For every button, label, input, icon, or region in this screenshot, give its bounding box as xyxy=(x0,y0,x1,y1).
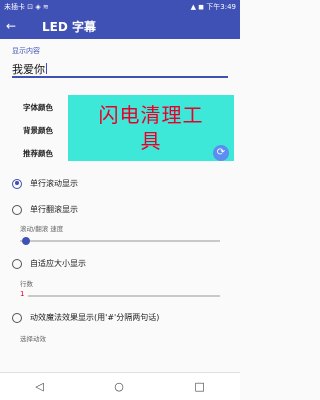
page-title: LED 字幕 xyxy=(42,19,96,34)
status-right: ▲ ◼ 下午3:49 xyxy=(190,2,236,11)
nav-back-icon[interactable]: ◁ xyxy=(35,380,43,393)
option-single-flip[interactable]: 单行翻滚显示 xyxy=(12,204,78,215)
speed-label: 滚动/翻滚 速度 xyxy=(20,225,64,233)
recommended-color-button[interactable]: 推荐颜色 xyxy=(12,144,64,164)
status-bar: 未插卡 ⊡ ◈ ≋ ▲ ◼ 下午3:49 xyxy=(0,0,240,13)
led-preview: 闪电清理工具 xyxy=(68,95,234,161)
font-color-button[interactable]: 字体颜色 xyxy=(12,98,64,118)
display-content-value: 我爱你 xyxy=(12,63,45,76)
radio-icon xyxy=(12,312,22,323)
option-auto-size-label: 自适应大小显示 xyxy=(30,259,86,268)
option-magic[interactable]: 动效魔法效果显示(用'#'分隔两句话) xyxy=(12,312,159,323)
option-single-flip-label: 单行翻滚显示 xyxy=(30,205,78,214)
color-settings: 字体颜色 背景颜色 推荐颜色 xyxy=(12,98,64,167)
option-single-scroll[interactable]: 单行滚动显示 xyxy=(12,178,78,189)
nav-home-icon[interactable]: ○ xyxy=(114,380,124,393)
rows-value: 1 xyxy=(20,290,25,298)
option-auto-size[interactable]: 自适应大小显示 xyxy=(12,258,86,269)
display-content-label: 显示内容 xyxy=(12,47,40,55)
background-color-button[interactable]: 背景颜色 xyxy=(12,121,64,141)
status-left: 未插卡 ⊡ ◈ ≋ xyxy=(4,2,49,11)
option-magic-label: 动效魔法效果显示(用'#'分隔两句话) xyxy=(30,313,160,322)
option-single-scroll-label: 单行滚动显示 xyxy=(30,179,78,188)
system-nav-bar: ◁ ○ □ xyxy=(0,372,240,400)
display-content-input[interactable]: 我爱你 xyxy=(12,58,228,78)
preview-text: 闪电清理工具 xyxy=(98,103,204,153)
magic-effect-label: 选择动效 xyxy=(20,335,46,343)
refresh-icon[interactable]: ⟳ xyxy=(213,145,229,161)
rows-slider[interactable] xyxy=(28,295,220,297)
text-caret xyxy=(46,63,47,74)
back-arrow-icon[interactable]: ← xyxy=(0,19,22,33)
radio-icon xyxy=(12,258,22,269)
app-bar: ← LED 字幕 xyxy=(0,13,240,39)
rows-label: 行数 xyxy=(20,280,33,288)
radio-icon xyxy=(12,204,22,215)
speed-slider-thumb[interactable] xyxy=(22,237,30,245)
nav-recent-icon[interactable]: □ xyxy=(194,380,204,393)
radio-checked-icon xyxy=(12,178,22,189)
speed-slider[interactable] xyxy=(20,237,220,245)
